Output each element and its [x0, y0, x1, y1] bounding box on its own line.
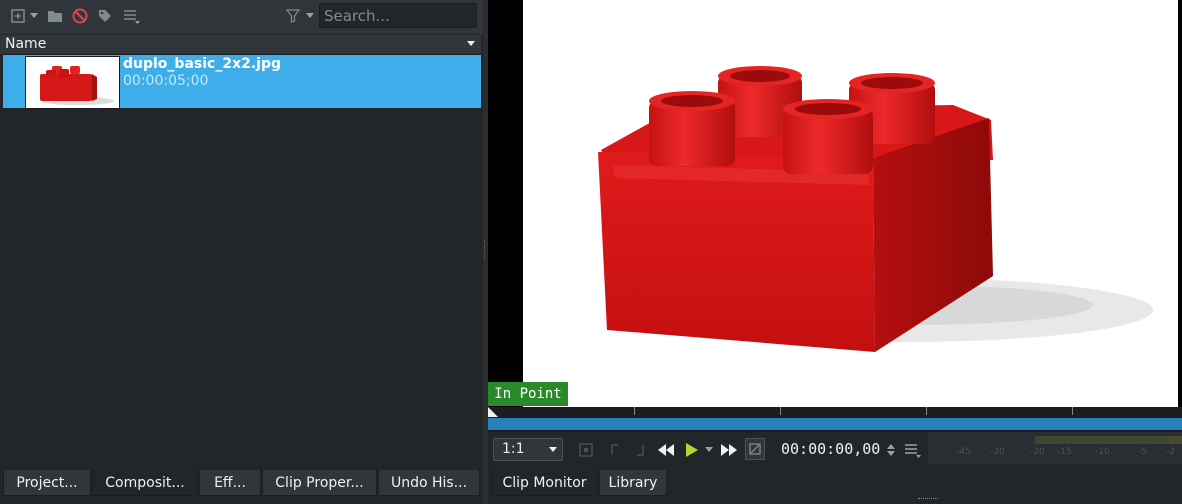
meter-peak-zone — [1170, 436, 1182, 444]
meter-label: -2 — [1166, 447, 1175, 457]
tab-library[interactable]: Library — [599, 470, 667, 496]
play-icon[interactable] — [682, 441, 700, 459]
in-point-marker[interactable] — [488, 407, 498, 417]
tab-undo-history[interactable]: Undo His... — [378, 470, 480, 496]
ruler-tick — [634, 407, 635, 415]
view-menu-icon[interactable] — [120, 6, 142, 26]
loop-zone-icon[interactable] — [745, 438, 765, 460]
monitor-canvas — [523, 0, 1178, 407]
filter-menu-arrow-icon[interactable] — [304, 6, 316, 26]
search-input[interactable] — [320, 4, 478, 27]
timecode-spin-icon[interactable] — [885, 441, 897, 459]
meter-label: -5 — [1138, 447, 1147, 457]
left-dock-tabs: Project... Composit... Eff... Clip Prope… — [0, 470, 483, 504]
tab-clip-properties[interactable]: Clip Proper... — [262, 470, 377, 496]
set-zone-icon[interactable] — [577, 441, 595, 459]
tab-clip-monitor[interactable]: Clip Monitor — [491, 470, 598, 496]
chevron-down-icon — [549, 447, 557, 452]
zoom-select[interactable]: 1:1 — [493, 438, 563, 461]
meter-label: -15 — [1057, 447, 1072, 457]
monitor-menu-icon[interactable] — [901, 441, 923, 459]
dock-resize-grip[interactable] — [918, 498, 938, 501]
play-menu-arrow-icon[interactable] — [703, 441, 715, 459]
column-header-label: Name — [5, 36, 47, 52]
ruler-tick — [1072, 407, 1073, 415]
name-column-header[interactable]: Name — [0, 35, 481, 55]
meter-label: -10 — [1095, 447, 1110, 457]
ruler-tick — [926, 407, 927, 415]
tab-effects[interactable]: Eff... — [199, 470, 261, 496]
forward-icon[interactable] — [718, 441, 740, 459]
tag-icon[interactable] — [96, 6, 114, 26]
meter-label: -45 — [956, 447, 971, 457]
lego-brick-preview-image — [598, 66, 1153, 352]
right-dock-tabs: Clip Monitor Library — [488, 470, 1182, 504]
delete-icon[interactable] — [70, 6, 90, 26]
clip-duration: 00:00:05;00 — [123, 73, 209, 89]
folder-icon[interactable] — [45, 6, 65, 26]
timecode-display[interactable]: 00:00:00,00 — [781, 440, 880, 458]
monitor-ruler-bar[interactable] — [488, 418, 1182, 430]
meter-label: -20 — [1030, 447, 1045, 457]
clip-name: duplo_basic_2x2.jpg — [123, 56, 281, 72]
in-point-badge: In Point — [488, 382, 568, 406]
tab-project-bin[interactable]: Project... — [3, 470, 91, 496]
tab-compositions[interactable]: Composit... — [92, 470, 198, 496]
ruler-tick — [780, 407, 781, 415]
filter-icon[interactable] — [284, 6, 302, 26]
meter-label: -30 — [990, 447, 1005, 457]
set-in-point-icon[interactable] — [607, 441, 625, 459]
meter-channel-bar — [1035, 436, 1170, 444]
set-out-point-icon[interactable] — [630, 441, 648, 459]
zoom-value: 1:1 — [502, 441, 525, 457]
add-clip-menu-arrow-icon[interactable] — [28, 6, 40, 26]
rewind-icon[interactable] — [655, 441, 677, 459]
clip-thumbnail — [25, 56, 120, 109]
lego-brick-thumbnail-image — [40, 66, 114, 105]
clip-list-item[interactable]: duplo_basic_2x2.jpg 00:00:05;00 — [3, 55, 481, 109]
add-clip-icon[interactable] — [9, 6, 27, 26]
sort-arrow-icon — [467, 41, 475, 46]
search-field[interactable] — [319, 3, 478, 28]
